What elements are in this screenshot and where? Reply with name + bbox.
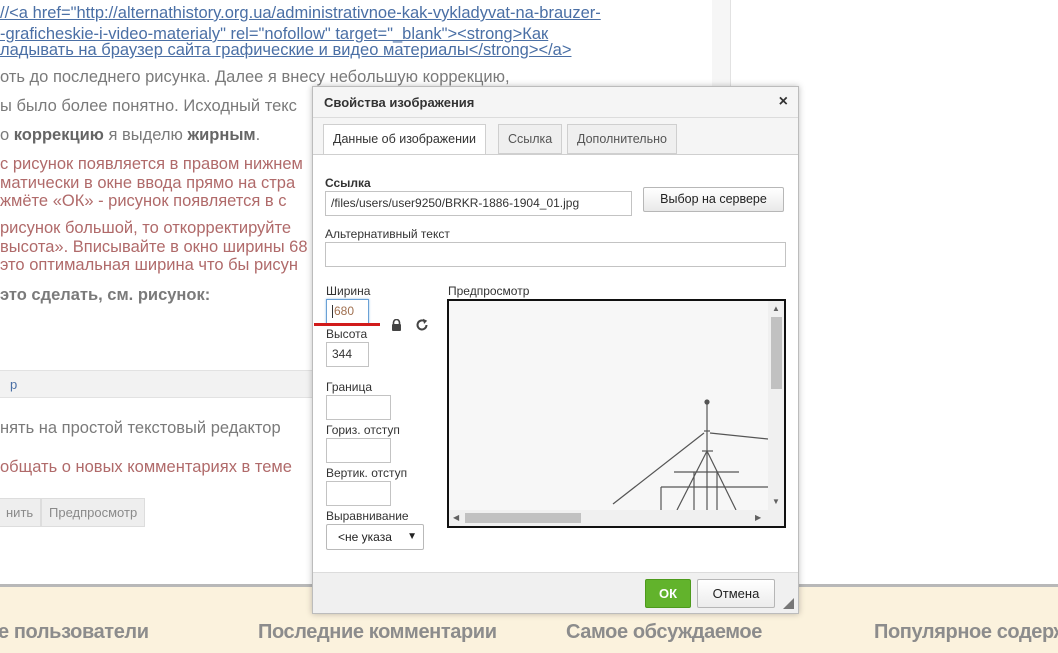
format-path[interactable]: p — [10, 377, 17, 392]
preview-image — [449, 301, 768, 510]
align-label: Выравнивание — [326, 509, 409, 523]
tab-link[interactable]: Ссылка — [498, 124, 563, 154]
text-line-bold: о коррекцию я выделю жирным. — [0, 126, 261, 144]
cancel-button[interactable]: Отмена — [697, 579, 775, 608]
align-select-value: <не указа — [338, 530, 392, 544]
url-field[interactable]: /files/users/user9250/BRKR-1886-1904_01.… — [325, 191, 632, 216]
section-heading: это сделать, см. рисунок: — [0, 286, 211, 304]
vertical-scroll-thumb[interactable] — [771, 317, 782, 389]
switch-editor-link[interactable]: нять на простой текстовый редактор — [0, 417, 281, 439]
width-field[interactable]: 680 — [326, 299, 369, 324]
text-caret — [332, 305, 333, 319]
text-line: жмёте «ОК» - рисунок появляется в с — [0, 192, 287, 210]
horizontal-scroll-thumb[interactable] — [465, 513, 581, 523]
hspace-field[interactable] — [326, 438, 391, 463]
scroll-down-icon[interactable]: ▼ — [772, 497, 780, 507]
close-icon[interactable]: × — [779, 93, 788, 111]
alt-text-field[interactable] — [325, 242, 786, 267]
border-field[interactable] — [326, 395, 391, 420]
alt-text-label: Альтернативный текст — [325, 227, 450, 241]
code-line: //<a href="http://alternathistory.org.ua… — [0, 4, 601, 22]
width-label: Ширина — [326, 284, 371, 298]
vspace-label: Вертик. отступ — [326, 466, 408, 480]
scroll-right-icon[interactable]: ▶ — [755, 513, 761, 523]
scroll-left-icon[interactable]: ◀ — [453, 513, 459, 523]
save-button[interactable]: нить — [0, 498, 42, 527]
tab-advanced[interactable]: Дополнительно — [567, 124, 677, 154]
reset-size-icon[interactable] — [415, 318, 429, 332]
footer-link-popular[interactable]: Популярное содерж — [874, 621, 1058, 644]
border-label: Граница — [326, 380, 373, 394]
footer-link-discussed[interactable]: Самое обсуждаемое — [566, 621, 762, 644]
tab-image-info[interactable]: Данные об изображении — [323, 124, 486, 155]
height-field[interactable]: 344 — [326, 342, 369, 367]
text-line: оть до последнего рисунка. Далее я внесу… — [0, 68, 510, 86]
preview-button[interactable]: Предпросмотр — [41, 498, 146, 527]
dialog-body: Ссылка /files/users/user9250/BRKR-1886-1… — [313, 154, 798, 572]
text-line: это оптимальная ширина что бы рисун — [0, 256, 298, 274]
dialog-footer: ОК Отмена — [313, 572, 798, 613]
browse-server-button[interactable]: Выбор на сервере — [643, 187, 784, 212]
ok-button[interactable]: ОК — [645, 579, 691, 608]
width-value: 680 — [334, 304, 355, 318]
scroll-up-icon[interactable]: ▲ — [772, 304, 780, 314]
resize-grip-icon[interactable] — [783, 598, 794, 609]
footer-link-comments[interactable]: Последние комментарии — [258, 621, 497, 644]
dialog-tabs: Данные об изображении Ссылка Дополнитель… — [313, 118, 798, 155]
notify-checkbox-label[interactable]: общать о новых комментариях в теме — [0, 456, 292, 478]
code-line: ладывать на браузер сайта графические и … — [0, 41, 572, 59]
preview-label: Предпросмотр — [448, 284, 530, 298]
url-label: Ссылка — [325, 176, 371, 190]
image-properties-dialog: Свойства изображения × Данные об изображ… — [312, 86, 799, 614]
text-line: ы было более понятно. Исходный текс — [0, 97, 297, 115]
hspace-label: Гориз. отступ — [326, 423, 400, 437]
vspace-field[interactable] — [326, 481, 391, 506]
dialog-title: Свойства изображения — [324, 95, 475, 110]
dialog-titlebar[interactable]: Свойства изображения × — [313, 87, 798, 118]
align-select[interactable]: <не указа ▼ — [326, 524, 424, 550]
height-label: Высота — [326, 327, 368, 341]
preview-horizontal-scrollbar[interactable]: ◀ ▶ — [449, 510, 784, 526]
footer-link-users[interactable]: е пользователи — [0, 621, 149, 644]
dropdown-arrow-icon: ▼ — [407, 531, 417, 542]
preview-vertical-scrollbar[interactable]: ▲ ▼ — [768, 301, 784, 510]
lock-ratio-icon[interactable] — [391, 319, 402, 331]
image-preview: ▲ ▼ ◀ ▶ — [447, 299, 786, 528]
annotation-underline — [314, 323, 380, 326]
